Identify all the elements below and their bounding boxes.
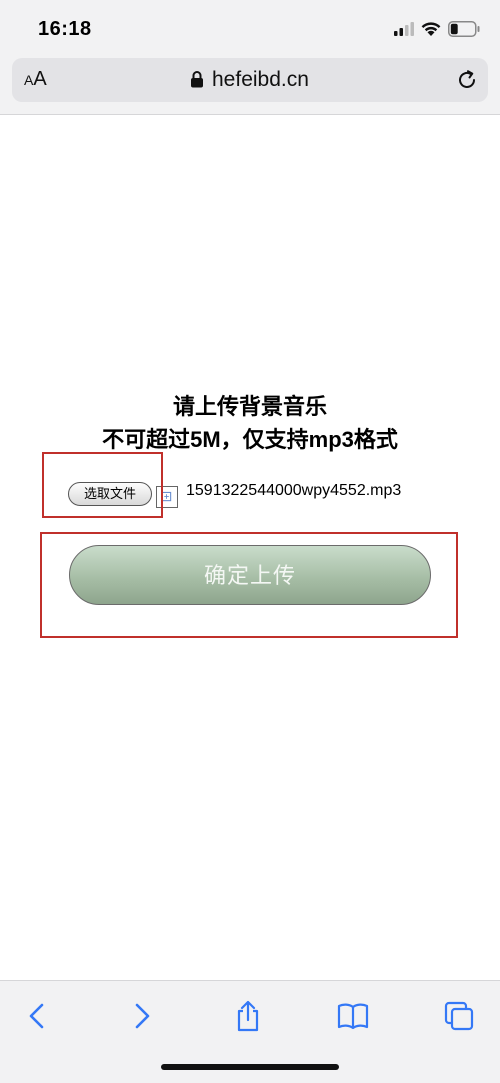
cellular-signal-icon — [394, 22, 414, 36]
forward-chevron-icon[interactable] — [125, 999, 159, 1033]
share-icon[interactable] — [231, 999, 265, 1033]
text-size-button[interactable]: AA — [24, 68, 47, 91]
aa-small-letter: A — [24, 72, 34, 88]
upload-button-highlight-box — [40, 532, 458, 638]
status-time: 16:18 — [38, 18, 92, 40]
address-bar[interactable]: AA hefeibd.cn — [12, 58, 488, 102]
book-icon[interactable] — [336, 999, 370, 1033]
selected-file-name: 1591322544000wpy4552.mp3 — [186, 482, 402, 499]
battery-icon — [448, 21, 480, 37]
file-button-highlight-box — [42, 452, 163, 518]
lock-icon — [191, 71, 203, 88]
tabs-icon[interactable] — [442, 999, 476, 1033]
back-chevron-icon[interactable] — [20, 999, 54, 1033]
browser-chrome: AA hefeibd.cn — [0, 56, 500, 115]
reload-icon[interactable] — [456, 69, 478, 91]
aa-large-letter: A — [33, 68, 47, 90]
url-domain[interactable]: hefeibd.cn — [212, 68, 309, 92]
home-indicator — [161, 1064, 339, 1070]
wifi-icon — [421, 22, 441, 36]
status-bar: 16:18 — [0, 0, 500, 56]
upload-instructions: 请上传背景音乐 不可超过5M，仅支持mp3格式 — [0, 390, 500, 456]
title-line-1: 请上传背景音乐 — [172, 394, 327, 419]
